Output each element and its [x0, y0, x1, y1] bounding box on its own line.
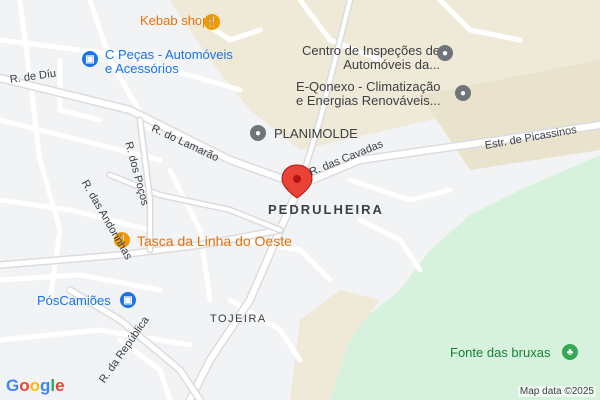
map-attribution[interactable]: Map data ©2025 — [517, 386, 596, 397]
poi-planimolde[interactable]: PLANIMOLDE — [274, 126, 358, 141]
place-label-tojeira: TOJEIRA — [210, 313, 267, 325]
poi-kebab-shop[interactable]: Kebab shop — [140, 13, 210, 28]
location-marker[interactable] — [281, 164, 313, 199]
green-area — [330, 155, 600, 400]
poi-e-qonexo[interactable]: E-Qonexo - Climatização e Energias Renov… — [296, 79, 441, 109]
shopping-bag-icon[interactable]: ▣ — [82, 51, 98, 67]
park-icon[interactable]: ♣ — [562, 344, 578, 360]
poi-e-qonexo-line1: E-Qonexo - Climatização — [296, 79, 441, 94]
poi-e-qonexo-line2: e Energias Renováveis... — [296, 93, 441, 109]
place-icon[interactable]: ● — [437, 45, 453, 61]
map-canvas[interactable]: Kebab shop 🍴 ▣ C Peças - Automóveis e Ac… — [0, 0, 600, 400]
poi-planimolde-label: PLANIMOLDE — [274, 126, 358, 141]
poi-c-pecas[interactable]: C Peças - Automóveis e Acessórios — [105, 47, 233, 77]
poi-centro-inspecoes[interactable]: Centro de Inspeções de Automóveis da... — [302, 43, 441, 73]
poi-c-pecas-line1: C Peças - Automóveis — [105, 47, 233, 62]
poi-kebab-shop-label: Kebab shop — [140, 13, 210, 28]
poi-fonte-label: Fonte das bruxas — [450, 345, 551, 360]
poi-poscamioes-label: PósCamiões — [37, 293, 111, 308]
google-logo[interactable]: Google — [6, 376, 65, 396]
poi-tasca-label: Tasca da Linha do Oeste — [137, 233, 292, 249]
poi-poscamioes[interactable]: PósCamiões — [37, 293, 111, 308]
poi-fonte-das-bruxas[interactable]: Fonte das bruxas — [450, 345, 551, 360]
shopping-bag-icon[interactable]: ▣ — [120, 292, 136, 308]
poi-centro-line1: Centro de Inspeções de — [302, 43, 441, 58]
place-label-pedrulheira: PEDRULHEIRA — [268, 202, 384, 217]
poi-tasca[interactable]: Tasca da Linha do Oeste — [137, 233, 292, 249]
restaurant-icon[interactable]: 🍴 — [204, 14, 220, 30]
place-icon[interactable]: ● — [455, 85, 471, 101]
poi-c-pecas-line2: e Acessórios — [105, 61, 179, 77]
place-icon[interactable]: ● — [250, 125, 266, 141]
poi-centro-line2: Automóveis da... — [343, 57, 441, 73]
